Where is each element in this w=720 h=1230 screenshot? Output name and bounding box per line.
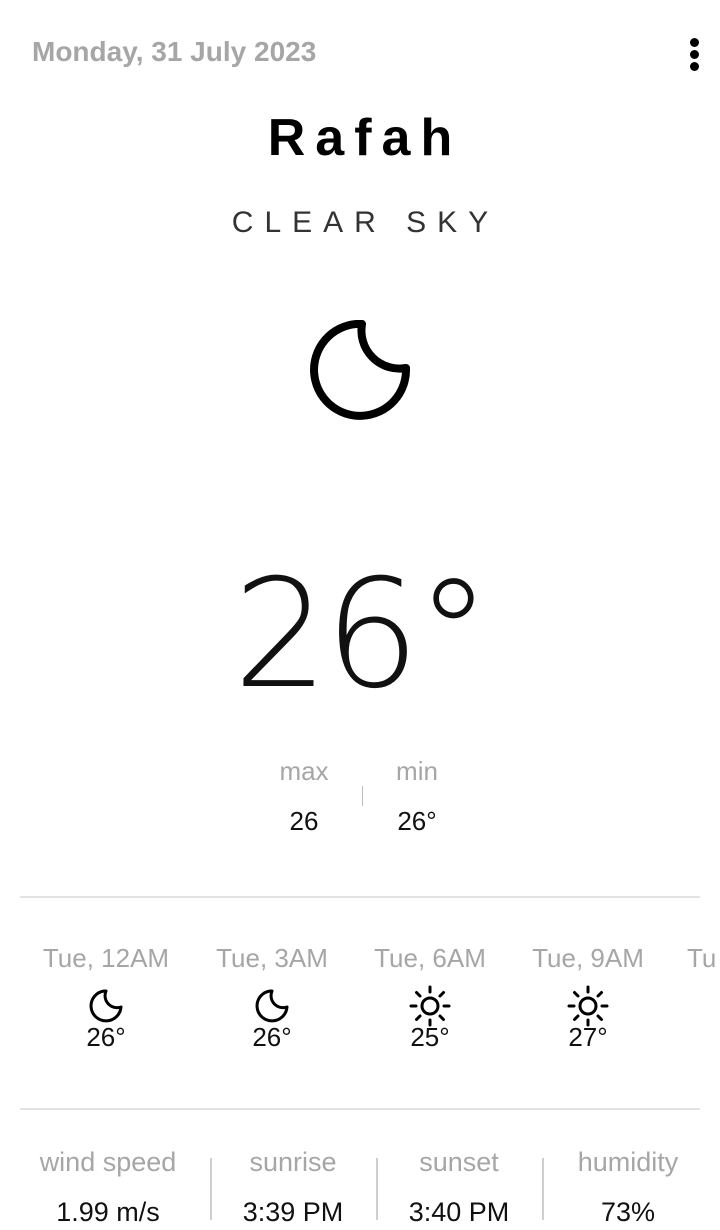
divider-bottom	[20, 1108, 700, 1110]
forecast-item: Tue, 6AM 25°	[350, 940, 510, 1052]
sunset-value: 3:40 PM	[408, 1197, 510, 1227]
current-date: Monday, 31 July 2023	[32, 36, 317, 67]
forecast-item: Tu	[687, 940, 720, 976]
forecast-time: Tue, 9AM	[532, 943, 644, 973]
wind-speed-value: 1.99 m/s	[56, 1197, 160, 1227]
details-divider	[542, 1158, 544, 1220]
sunset: sunset 3:40 PM	[379, 1140, 539, 1230]
forecast-time: Tue, 3AM	[216, 943, 328, 973]
more-vertical-icon	[690, 38, 699, 47]
forecast-temp: 26°	[252, 1022, 292, 1052]
forecast-temp: 27°	[568, 1022, 608, 1052]
sunrise-label: sunrise	[249, 1147, 337, 1177]
divider-top	[20, 896, 700, 898]
weather-condition: CLEAR SKY	[231, 206, 500, 239]
humidity-value: 73%	[600, 1197, 656, 1227]
wind-speed: wind speed 1.99 m/s	[18, 1140, 198, 1230]
max-label: max	[279, 756, 329, 786]
details-divider	[210, 1158, 212, 1220]
sunset-label: sunset	[419, 1147, 499, 1177]
wind-speed-label: wind speed	[39, 1147, 177, 1177]
current-temperature: 26°	[0, 548, 720, 722]
humidity: humidity 73%	[548, 1140, 708, 1230]
humidity-label: humidity	[577, 1147, 679, 1177]
more-vertical-icon-dot	[690, 50, 699, 59]
weather-screen: Monday, 31 July 2023 Rafah CLEAR SKY 26°…	[0, 0, 720, 1230]
max-value: 26	[289, 806, 319, 836]
forecast-time: Tue, 6AM	[374, 943, 486, 973]
sunrise-value: 3:39 PM	[242, 1197, 344, 1227]
city-name: Rafah	[267, 109, 463, 167]
more-vertical-icon-dot	[690, 62, 699, 71]
min-label: min	[396, 756, 438, 786]
hourly-forecast-list[interactable]: Tue, 12AM 26° Tue, 3AM 26° Tue, 6AM 25° …	[0, 940, 720, 1080]
range-divider	[362, 786, 363, 806]
more-options-button[interactable]	[676, 34, 716, 74]
forecast-time: Tue, 12AM	[42, 943, 170, 973]
forecast-item: Tue, 12AM 26°	[26, 940, 186, 1052]
forecast-item: Tue, 9AM 27°	[508, 940, 668, 1052]
forecast-temp: 26°	[86, 1022, 126, 1052]
forecast-item: Tue, 3AM 26°	[192, 940, 352, 1052]
weather-details: wind speed 1.99 m/s sunrise 3:39 PM suns…	[0, 1140, 720, 1230]
sunrise: sunrise 3:39 PM	[213, 1140, 373, 1230]
forecast-temp: 25°	[410, 1022, 450, 1052]
degree-symbol: °	[415, 548, 491, 722]
temperature-value: 26	[233, 548, 420, 722]
min-value: 26°	[397, 806, 437, 836]
moon-icon	[310, 320, 411, 420]
details-divider	[376, 1158, 378, 1220]
forecast-time: Tu	[687, 943, 717, 973]
